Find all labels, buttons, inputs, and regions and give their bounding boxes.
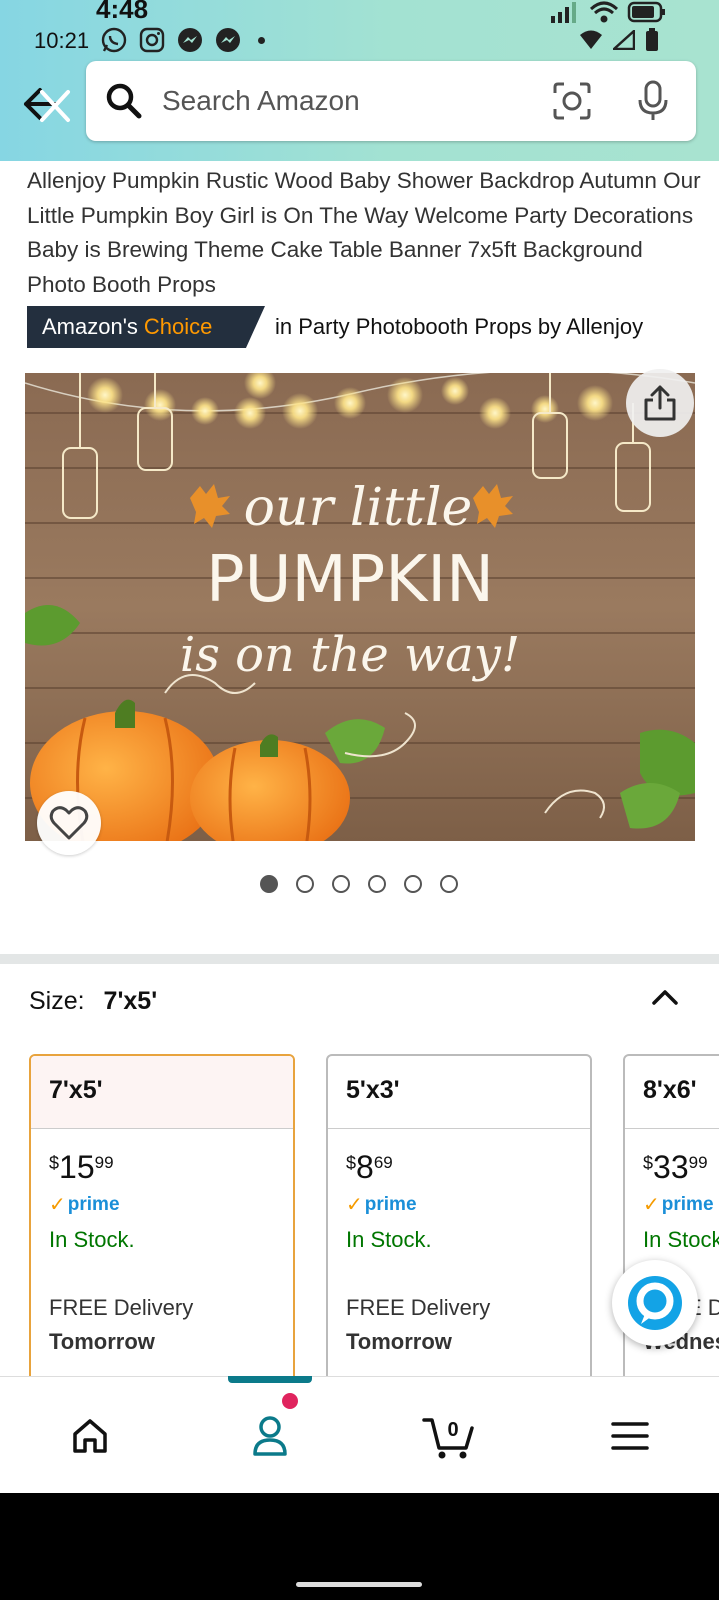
cart-count: 0: [447, 1419, 458, 1441]
messenger-icon: [216, 28, 240, 52]
alexa-icon: [628, 1276, 682, 1330]
price-fraction: 99: [94, 1153, 114, 1172]
size-label: Size:: [29, 987, 85, 1015]
stock-status: In Stock.: [49, 1227, 135, 1252]
prime-badge: ✓ prime: [643, 1192, 719, 1217]
price-currency: $: [49, 1153, 60, 1173]
badge-prefix: Amazon's: [42, 314, 138, 339]
price: $ 15 99: [49, 1149, 275, 1186]
share-icon: [644, 385, 676, 421]
wifi-icon: [589, 1, 619, 23]
status-notification-icons: [100, 26, 265, 54]
app-header: 4:48 10:21 Search Amazon: [0, 0, 719, 161]
prime-label: prime: [364, 1193, 417, 1215]
prime-badge: ✓ prime: [346, 1192, 572, 1217]
search-bar[interactable]: Search Amazon: [86, 61, 696, 141]
size-option-card[interactable]: 5'x3' $ 8 69 ✓ prime In Stock. FREE Deliv…: [326, 1054, 592, 1376]
image-text-line3: is on the way!: [180, 627, 520, 683]
price-currency: $: [643, 1153, 654, 1173]
carousel-dot[interactable]: [260, 875, 278, 893]
price-fraction: 99: [688, 1153, 708, 1172]
status-system-icons-2: [579, 28, 659, 52]
menu-icon: [611, 1421, 649, 1450]
amazons-choice-badge[interactable]: Amazon's Choice: [27, 306, 265, 348]
product-image[interactable]: our little PUMPKIN is on the way!: [25, 373, 695, 841]
search-icon: [106, 83, 142, 119]
prime-check-icon: ✓: [346, 1194, 363, 1216]
chevron-up-icon[interactable]: [650, 983, 680, 1013]
signal-icon: [551, 2, 576, 23]
product-title: Allenjoy Pumpkin Rustic Wood Baby Shower…: [27, 168, 701, 297]
size-selector-header[interactable]: Size: 7'x5': [29, 987, 157, 1016]
carousel-dot[interactable]: [296, 875, 314, 893]
price: $ 33 99: [643, 1149, 719, 1186]
status-time: 10:21: [34, 28, 90, 53]
cart-icon: 0: [422, 1417, 474, 1458]
delivery-label: FREE Delivery: [346, 1295, 491, 1320]
messenger-icon: [178, 28, 202, 52]
status-time-large: 4:48: [96, 0, 149, 24]
price-whole: 33: [653, 1149, 689, 1185]
search-input[interactable]: Search Amazon: [162, 85, 552, 117]
image-text-line2: PUMPKIN: [206, 543, 494, 617]
prime-label: prime: [661, 1193, 714, 1215]
alexa-button[interactable]: [612, 1260, 698, 1346]
selected-size: 7'x5': [103, 987, 158, 1015]
stock-status: In Stock.: [346, 1227, 432, 1252]
price-currency: $: [346, 1153, 357, 1173]
notification-dot: [282, 1393, 298, 1409]
size-option-label: 5'x3': [328, 1056, 590, 1129]
price: $ 8 69: [346, 1149, 572, 1186]
cell-signal-icon: [613, 30, 635, 50]
carousel-dot[interactable]: [404, 875, 422, 893]
prime-check-icon: ✓: [49, 1194, 66, 1216]
price-whole: 15: [59, 1149, 95, 1185]
whatsapp-icon: [101, 27, 127, 53]
size-option-label: 7'x5': [31, 1056, 293, 1129]
account-icon: [253, 1415, 287, 1456]
bottom-navigation: 0: [0, 1376, 719, 1493]
status-system-icons: [549, 0, 667, 24]
nav-account[interactable]: [210, 1377, 330, 1494]
back-button[interactable]: [22, 84, 74, 130]
nav-cart[interactable]: 0: [390, 1377, 510, 1494]
delivery-day: Tomorrow: [49, 1329, 155, 1354]
delivery-label: FREE Delivery: [49, 1295, 194, 1320]
battery-vertical-icon: [646, 28, 658, 51]
amazons-choice-row: Amazon's Choice in Party Photobooth Prop…: [27, 306, 643, 348]
instagram-icon: [139, 27, 165, 53]
stock-status: In Stock.: [643, 1227, 719, 1252]
back-arrow-icon: [24, 88, 70, 122]
prime-label: prime: [67, 1193, 120, 1215]
price-whole: 8: [356, 1149, 374, 1185]
badge-highlight: Choice: [143, 314, 213, 339]
image-carousel-dots[interactable]: [260, 875, 458, 893]
prime-check-icon: ✓: [643, 1194, 660, 1216]
section-divider: [0, 954, 719, 964]
size-option-label: 8'x6': [625, 1056, 719, 1129]
carousel-dot[interactable]: [368, 875, 386, 893]
camera-scan-icon[interactable]: [552, 81, 592, 121]
carousel-dot[interactable]: [332, 875, 350, 893]
wifi-solid-icon: [580, 30, 602, 49]
share-button[interactable]: [626, 369, 694, 437]
more-notifications-icon: [258, 36, 265, 44]
price-fraction: 69: [373, 1153, 393, 1172]
microphone-icon[interactable]: [636, 80, 670, 122]
badge-category[interactable]: in Party Photobooth Props by Allenjoy: [275, 314, 643, 340]
delivery-day: Tomorrow: [346, 1329, 452, 1354]
heart-icon: [49, 806, 89, 840]
carousel-dot[interactable]: [440, 875, 458, 893]
image-text-line1: our little: [244, 478, 473, 538]
home-icon: [73, 1418, 107, 1453]
size-option-card[interactable]: 7'x5' $ 15 99 ✓ prime In Stock. FREE Deli…: [29, 1054, 295, 1376]
home-indicator[interactable]: [296, 1582, 422, 1587]
prime-badge: ✓ prime: [49, 1192, 275, 1217]
add-to-wishlist-button[interactable]: [37, 791, 101, 855]
battery-icon: [627, 1, 665, 23]
nav-home[interactable]: [30, 1377, 150, 1494]
nav-menu[interactable]: [570, 1377, 690, 1494]
product-detail-page: Allenjoy Pumpkin Rustic Wood Baby Shower…: [0, 161, 719, 1376]
